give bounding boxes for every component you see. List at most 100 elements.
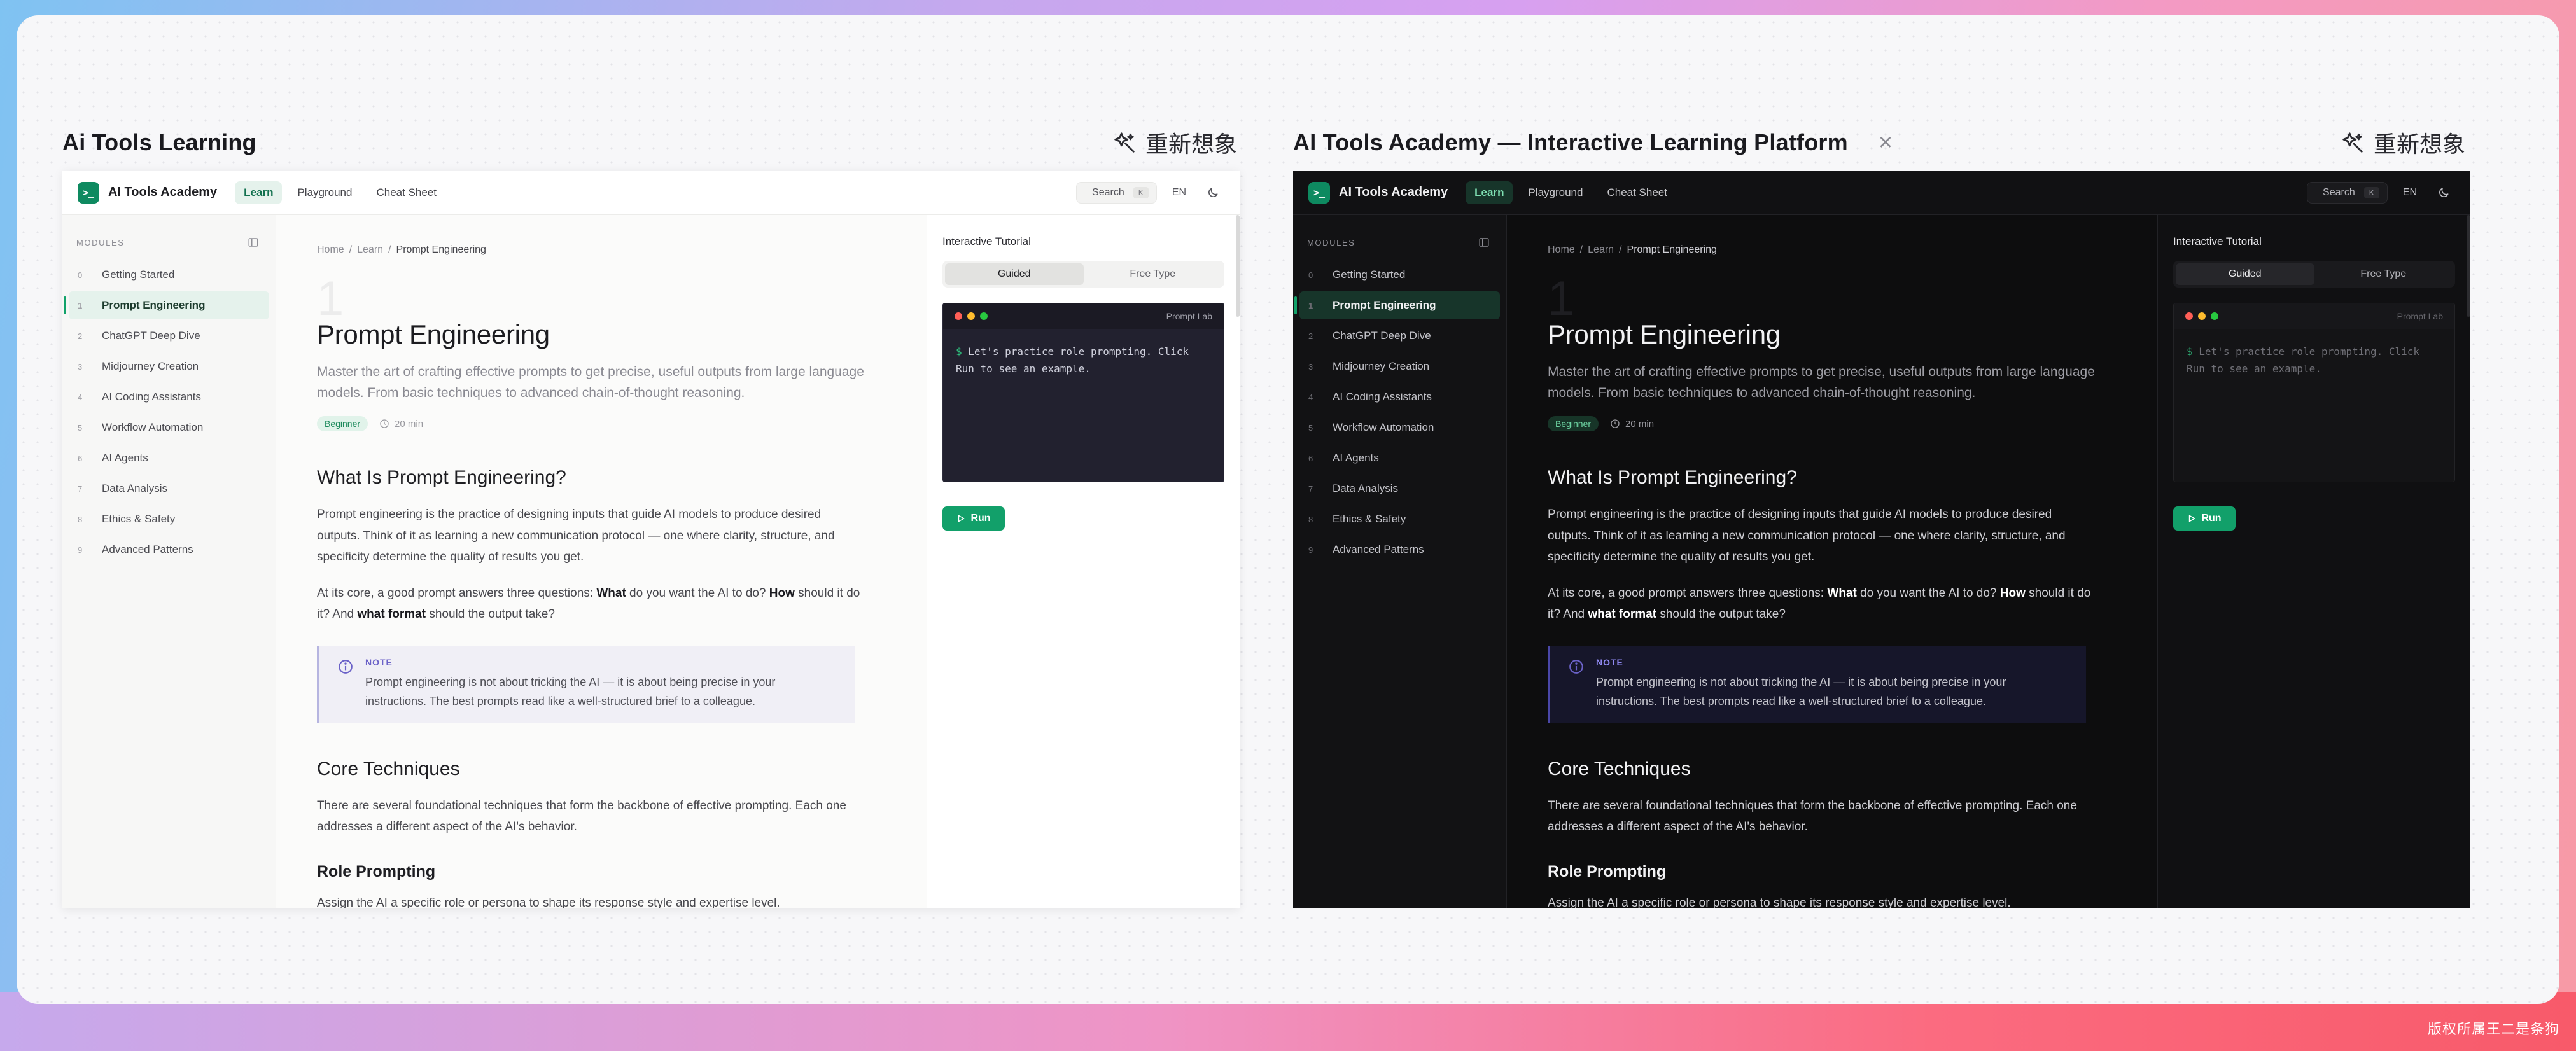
sidebar-item-module[interactable]: 3 Midjourney Creation [69,352,269,380]
lesson-content: Home / Learn / Prompt Engineering 1 Prom… [276,215,927,908]
search-shortcut: K [2363,186,2379,198]
breadcrumb: Home / Learn / Prompt Engineering [1548,244,2108,256]
breadcrumb-current: Prompt Engineering [396,244,486,255]
breadcrumb-current: Prompt Engineering [1627,244,1717,255]
paragraph-definition: Prompt engineering is the practice of de… [317,508,835,564]
sidebar-item-module[interactable]: 6 AI Agents [1299,444,1500,472]
module-number: 3 [1308,361,1313,372]
module-label: Getting Started [102,268,175,281]
sidebar-item-module[interactable]: 0 Getting Started [69,261,269,289]
app-topbar: >_ AI Tools Academy Learn Playground Che… [1293,171,2470,215]
sidebar-panel-icon[interactable] [248,237,259,248]
breadcrumb-home[interactable]: Home [317,244,344,256]
sidebar-item-module[interactable]: 2 ChatGPT Deep Dive [69,322,269,350]
terminal-minimize-dot [2198,312,2206,320]
play-icon [2189,515,2195,522]
sidebar-item-module[interactable]: 4 AI Coding Assistants [1299,383,1500,411]
lesson-meta: Beginner 20 min [1548,416,2108,432]
left-panel-title: Ai Tools Learning [62,129,256,155]
sidebar-panel-icon[interactable] [1478,237,1490,248]
sidebar-item-module[interactable]: 3 Midjourney Creation [1299,352,1500,380]
sidebar-item-module[interactable]: 9 Advanced Patterns [1299,536,1500,564]
light-app-preview: >_ AI Tools Academy Learn Playground Che… [62,171,1240,908]
note-text: Prompt engineering is not about tricking… [1596,675,2006,708]
terminal-prompt-icon[interactable]: >_ [78,181,99,204]
module-label: AI Agents [1333,452,1379,464]
module-number: 6 [1308,453,1313,463]
tutorial-panel: Interactive Tutorial Guided Free Type Pr… [927,215,1240,908]
sidebar-item-module[interactable]: 0 Getting Started [1299,261,1500,289]
tab-guided[interactable]: Guided [945,263,1084,285]
breadcrumb-learn[interactable]: Learn [1588,244,1614,256]
module-label: Data Analysis [1333,482,1398,494]
theme-toggle-button[interactable] [2432,181,2455,204]
module-number: 6 [78,453,83,463]
right-panel-close-button[interactable]: × [1879,130,1893,155]
sparkle-wand-icon [1114,132,1135,153]
module-number: 7 [78,484,83,494]
top-nav: Learn Playground Cheat Sheet [1466,181,1676,204]
sidebar-item-module[interactable]: 7 Data Analysis [69,475,269,503]
terminal-prompt-icon[interactable]: >_ [1308,181,1330,204]
moon-icon [1208,188,1218,197]
sidebar-item-module[interactable]: 1 Prompt Engineering [1294,291,1500,319]
prompt-lab-terminal[interactable]: Prompt Lab $ Let's practice role prompti… [942,303,1224,482]
run-button[interactable]: Run [942,506,1005,531]
sidebar-item-module[interactable]: 8 Ethics & Safety [69,505,269,533]
sidebar-item-module[interactable]: 5 Workflow Automation [69,414,269,442]
left-reimagine-label: 重新想象 [1145,132,1238,158]
tab-guided[interactable]: Guided [2176,263,2314,285]
lesson-meta: Beginner 20 min [317,416,877,432]
right-reimagine-button[interactable]: 重新想象 [2341,111,2465,174]
scrollbar[interactable] [2467,215,2470,317]
prompt-lab-terminal[interactable]: Prompt Lab $ Let's practice role prompti… [2173,303,2455,482]
module-label: Prompt Engineering [1333,299,1436,311]
sidebar-item-module[interactable]: 9 Advanced Patterns [69,536,269,564]
sidebar-item-module[interactable]: 1 Prompt Engineering [64,291,269,319]
nav-cheat-sheet[interactable]: Cheat Sheet [367,181,445,204]
terminal-maximize-dot [2211,312,2218,320]
language-toggle[interactable]: EN [1167,183,1191,202]
left-reimagine-button[interactable]: 重新想象 [1112,111,1237,174]
search-button[interactable]: Search K [2307,181,2388,204]
module-list: 0 Getting Started 1 Prompt Engineering 2 Chat… [1293,261,1506,564]
note-label: NOTE [365,657,393,667]
sidebar-item-module[interactable]: 4 AI Coding Assistants [69,383,269,411]
sidebar-item-module[interactable]: 6 AI Agents [69,444,269,472]
nav-playground[interactable]: Playground [1519,181,1592,204]
language-toggle[interactable]: EN [2398,183,2422,202]
tutorial-mode-tabs: Guided Free Type [942,261,1224,288]
module-label: ChatGPT Deep Dive [1333,330,1431,342]
terminal-minimize-dot [967,312,975,320]
note-callout: NOTE Prompt engineering is not about tri… [1548,645,2086,723]
nav-learn[interactable]: Learn [235,181,283,204]
nav-cheat-sheet[interactable]: Cheat Sheet [1598,181,1676,204]
theme-toggle-button[interactable] [1201,181,1224,204]
app-brand[interactable]: AI Tools Academy [108,185,217,200]
tab-free-type[interactable]: Free Type [2314,263,2453,285]
module-number: 1 [1308,300,1313,310]
scrollbar[interactable] [1236,215,1240,317]
tab-free-type[interactable]: Free Type [1084,263,1222,285]
sidebar-item-module[interactable]: 7 Data Analysis [1299,475,1500,503]
sidebar-item-module[interactable]: 5 Workflow Automation [1299,414,1500,442]
sidebar-item-module[interactable]: 8 Ethics & Safety [1299,505,1500,533]
nav-playground[interactable]: Playground [288,181,361,204]
nav-learn[interactable]: Learn [1466,181,1513,204]
lesson-article: Home / Learn / Prompt Engineering 1 Prom… [1548,215,2108,908]
clock-icon [1611,419,1620,429]
breadcrumb-learn[interactable]: Learn [357,244,383,256]
clock-icon [380,419,389,429]
topbar-actions: Search K EN [2307,181,2455,204]
breadcrumb-home[interactable]: Home [1548,244,1575,256]
moon-icon [2439,188,2449,197]
sidebar-item-module[interactable]: 2 ChatGPT Deep Dive [1299,322,1500,350]
search-button[interactable]: Search K [1076,181,1157,204]
paragraph-definition: Prompt engineering is the practice of de… [1548,508,2066,564]
paragraph-three-questions: At its core, a good prompt answers three… [317,587,860,622]
module-label: Prompt Engineering [102,299,206,311]
lesson-number: 1 [317,272,344,326]
app-brand[interactable]: AI Tools Academy [1339,185,1448,200]
tutorial-title: Interactive Tutorial [2173,235,2262,247]
run-button[interactable]: Run [2173,506,2236,531]
